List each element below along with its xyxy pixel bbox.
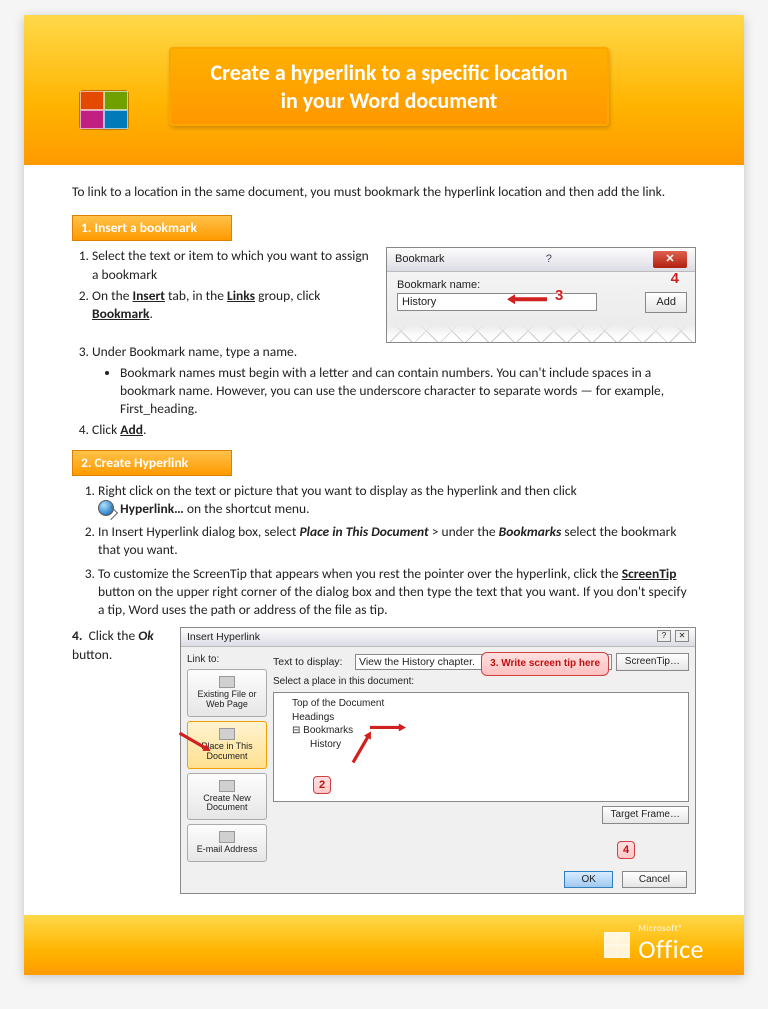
section2-step4-row: 4. Click the Ok button. Insert Hyperlink…	[72, 627, 696, 893]
section1-steps: Select the text or item to which you wan…	[72, 247, 372, 343]
cancel-button[interactable]: Cancel	[622, 871, 687, 888]
callout-2: 2	[313, 776, 331, 794]
tree-history[interactable]: History	[280, 738, 682, 752]
office-squares-icon	[604, 932, 630, 958]
new-doc-icon	[219, 780, 235, 792]
add-button[interactable]: Add	[645, 292, 687, 313]
bookmark-dialog-screenshot: Bookmark ? ✕ Bookmark name: History Add …	[386, 247, 696, 343]
bookmark-name-input[interactable]: History	[397, 293, 597, 311]
close-icon[interactable]: ✕	[653, 251, 687, 268]
s2-step4: 4. Click the Ok button.	[72, 627, 164, 893]
select-place-label: Select a place in this document:	[273, 675, 689, 689]
title-line-1: Create a hyperlink to a specific locatio…	[185, 59, 593, 87]
footer-band: Microsoft® Office	[24, 915, 744, 975]
s2-step2: In Insert Hyperlink dialog box, select P…	[98, 523, 696, 559]
document-page: Create a hyperlink to a specific locatio…	[24, 15, 744, 975]
linkto-existing-file[interactable]: Existing File or Web Page	[187, 669, 267, 717]
hyperlink-icon	[98, 500, 114, 516]
intro-text: To link to a location in the same docume…	[72, 183, 696, 201]
ih-title-text: Insert Hyperlink	[187, 630, 260, 644]
section1-steps-cont: Under Bookmark name, type a name. Bookma…	[72, 343, 696, 439]
s1-step3: Under Bookmark name, type a name. Bookma…	[92, 343, 696, 418]
s1-step3-bullet: Bookmark names must begin with a letter …	[120, 364, 696, 419]
title-line-2: in your Word document	[185, 87, 593, 115]
header-band: Create a hyperlink to a specific locatio…	[24, 15, 744, 165]
bookmark-dialog-title: Bookmark	[395, 252, 445, 267]
ih-main-panel: Text to display: View the History chapte…	[273, 653, 689, 862]
linkto-email[interactable]: E-mail Address	[187, 824, 267, 862]
footer-brand: Microsoft® Office	[638, 925, 704, 964]
screentip-callout: 3. Write screen tip here	[481, 652, 609, 676]
place-icon	[219, 728, 235, 740]
ih-titlebar: Insert Hyperlink ? ✕	[181, 628, 695, 647]
file-web-icon	[219, 676, 235, 688]
help-icon[interactable]: ?	[657, 630, 671, 642]
section1-heading: 1. Insert a bookmark	[72, 215, 232, 241]
office-logo-icon	[79, 90, 129, 130]
office-footer-logo: Microsoft® Office	[604, 925, 704, 964]
s2-step1: Right click on the text or picture that …	[98, 482, 696, 518]
callout-3: 3	[555, 286, 563, 306]
s2-step3: To customize the ScreenTip that appears …	[98, 565, 696, 620]
section2-steps: Right click on the text or picture that …	[72, 482, 696, 620]
ok-button[interactable]: OK	[564, 871, 612, 888]
page-title: Create a hyperlink to a specific locatio…	[169, 47, 609, 126]
s1-step2: On the Insert tab, in the Links group, c…	[92, 287, 372, 323]
s1-step1: Select the text or item to which you wan…	[92, 247, 372, 283]
text-to-display-label: Text to display:	[273, 655, 351, 669]
email-icon	[219, 831, 235, 843]
ih-footer: OK Cancel	[181, 868, 695, 893]
insert-hyperlink-dialog: Insert Hyperlink ? ✕ Link to:	[180, 627, 696, 893]
tree-headings[interactable]: Headings	[280, 711, 682, 725]
tree-top[interactable]: Top of the Document	[280, 697, 682, 711]
content-area: To link to a location in the same docume…	[24, 165, 744, 904]
screentip-button[interactable]: ScreenTip…	[616, 653, 689, 671]
callout-4: 4	[617, 841, 635, 859]
linkto-sidebar: Existing File or Web Page Place in This …	[187, 669, 267, 862]
bookmark-name-label: Bookmark name:	[397, 278, 685, 293]
s1-step4: Click Add.	[92, 421, 696, 439]
section1-body: Select the text or item to which you wan…	[72, 247, 696, 343]
help-icon[interactable]: ?	[546, 252, 552, 267]
section2: 2. Create Hyperlink Right click on the t…	[72, 450, 696, 894]
torn-edge-decoration	[387, 325, 695, 343]
section2-heading: 2. Create Hyperlink	[72, 450, 232, 476]
bookmark-dialog-titlebar: Bookmark ? ✕	[387, 248, 695, 272]
linkto-label: Link to:	[187, 653, 265, 667]
place-tree[interactable]: Top of the Document Headings ⊟ Bookmarks…	[273, 692, 689, 802]
close-icon[interactable]: ✕	[675, 630, 689, 642]
tree-bookmarks[interactable]: ⊟ Bookmarks	[280, 724, 682, 738]
linkto-new-document[interactable]: Create New Document	[187, 773, 267, 821]
callout-4: 4	[671, 269, 679, 289]
bookmark-dialog: Bookmark ? ✕ Bookmark name: History Add …	[386, 247, 696, 343]
target-frame-button[interactable]: Target Frame…	[602, 806, 689, 824]
